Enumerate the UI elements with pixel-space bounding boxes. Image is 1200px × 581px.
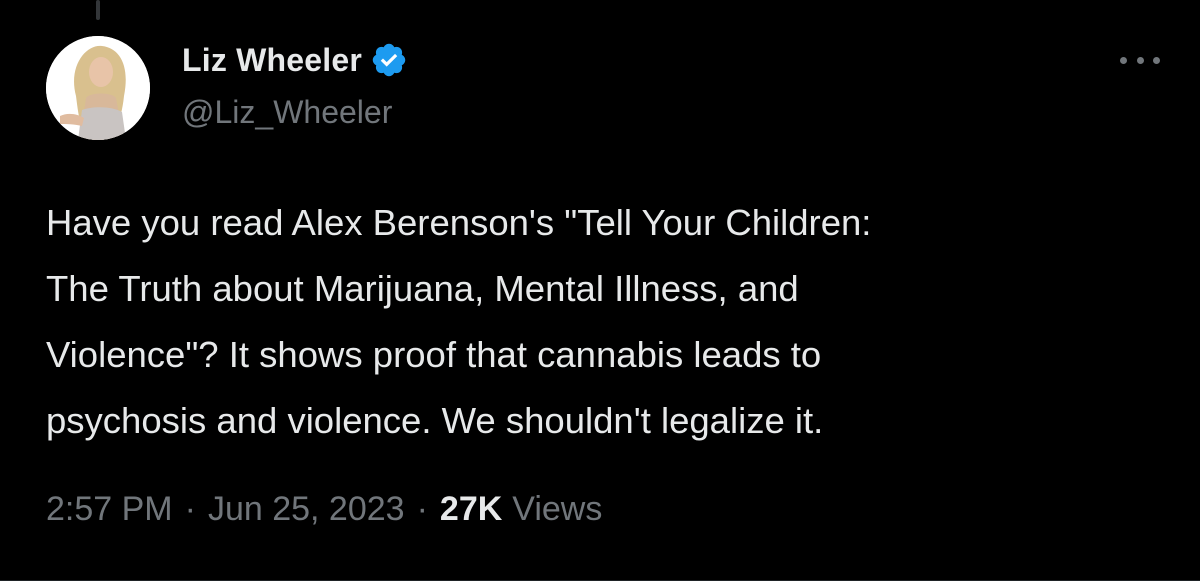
avatar[interactable]	[46, 36, 150, 140]
more-dot	[1136, 56, 1144, 64]
author-handle[interactable]: @Liz_Wheeler	[182, 94, 408, 131]
views-label: Views	[512, 490, 603, 528]
display-name[interactable]: Liz Wheeler	[182, 42, 362, 79]
verified-badge-icon[interactable]	[370, 41, 408, 79]
author-info: Liz Wheeler @Liz_Wheeler	[182, 40, 408, 131]
tweet-time[interactable]: 2:57 PM	[46, 490, 173, 529]
avatar-image	[46, 36, 150, 140]
views-count[interactable]: 27K	[440, 490, 502, 529]
more-dot	[1120, 56, 1127, 64]
more-dot	[1153, 56, 1160, 64]
thread-connector-line	[96, 0, 100, 20]
tweet-header: Liz Wheeler @Liz_Wheeler	[46, 36, 1160, 140]
display-name-row: Liz Wheeler	[182, 40, 408, 80]
meta-separator: ·	[184, 490, 196, 528]
tweet-text: Have you read Alex Berenson's "Tell Your…	[46, 202, 872, 441]
more-horizontal-icon[interactable]	[1120, 50, 1160, 70]
tweet-date[interactable]: Jun 25, 2023	[208, 490, 405, 529]
tweet-metadata: 2:57 PM · Jun 25, 2023 · 27K Views	[46, 490, 602, 529]
meta-separator: ·	[416, 490, 428, 528]
